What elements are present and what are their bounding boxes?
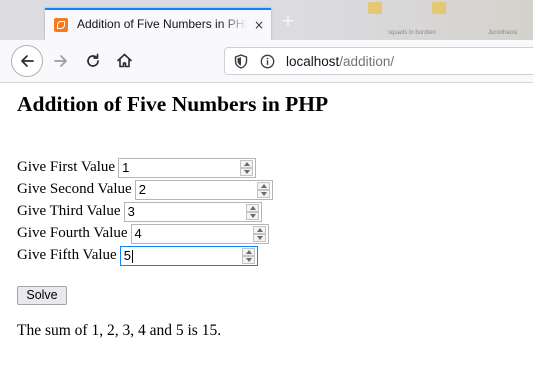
new-tab-icon[interactable]: +: [279, 12, 297, 30]
url-text[interactable]: localhost/addition/: [286, 54, 394, 69]
back-button[interactable]: [11, 45, 43, 77]
active-tab[interactable]: Addition of Five Numbers in PHP ×: [45, 8, 271, 40]
form-row-third: Give Third Value 3: [17, 201, 262, 222]
tab-title: Addition of Five Numbers in PHP: [77, 17, 247, 31]
number-spinner[interactable]: [252, 225, 266, 242]
form-row-fourth: Give Fourth Value 4: [17, 223, 269, 244]
form-row-first: Give First Value 1: [17, 157, 257, 178]
reload-icon[interactable]: [85, 53, 101, 69]
number-spinner[interactable]: [240, 159, 254, 176]
fifth-value-text: 5: [123, 247, 131, 263]
second-value-label: Give Second Value: [17, 181, 132, 197]
url-path: /addition/: [339, 54, 395, 69]
spin-up-icon[interactable]: [256, 181, 270, 190]
home-icon[interactable]: [116, 52, 133, 69]
second-value-text: 2: [138, 181, 146, 197]
tab-strip: squads in burdten Jurodhaosi Addition of…: [0, 0, 533, 40]
background-label: Jurodhaosi: [488, 30, 518, 36]
background-label: squads in burdten: [388, 30, 436, 36]
navigation-toolbar: localhost/addition/: [0, 40, 533, 83]
page-title: Addition of Five Numbers in PHP: [17, 92, 329, 116]
shield-icon[interactable]: [234, 54, 248, 69]
second-value-input[interactable]: 2: [134, 179, 273, 200]
first-value-input[interactable]: 1: [118, 157, 257, 178]
info-icon[interactable]: [260, 54, 275, 69]
number-spinner[interactable]: [256, 181, 270, 198]
fourth-value-label: Give Fourth Value: [17, 225, 128, 241]
third-value-input[interactable]: 3: [123, 201, 262, 222]
folder-icon: [432, 2, 446, 14]
spin-down-icon[interactable]: [256, 189, 270, 198]
fifth-value-label: Give Fifth Value: [17, 247, 117, 263]
xampp-favicon-icon: [54, 18, 68, 32]
spin-up-icon[interactable]: [252, 225, 266, 234]
folder-icon: [368, 2, 382, 14]
address-bar[interactable]: localhost/addition/: [224, 47, 533, 75]
fourth-value-text: 4: [134, 225, 142, 241]
number-spinner[interactable]: [245, 203, 259, 220]
url-host: localhost: [286, 54, 340, 69]
spin-up-icon[interactable]: [245, 203, 259, 212]
spin-down-icon[interactable]: [240, 167, 254, 176]
close-icon[interactable]: ×: [252, 18, 266, 32]
spin-up-icon[interactable]: [241, 247, 255, 256]
third-value-label: Give Third Value: [17, 203, 121, 219]
text-caret: [131, 249, 133, 263]
solve-button[interactable]: Solve: [17, 286, 67, 305]
fourth-value-input[interactable]: 4: [130, 223, 269, 244]
form-row-fifth: Give Fifth Value 5: [17, 245, 258, 266]
first-value-label: Give First Value: [17, 159, 116, 175]
fifth-value-input[interactable]: 5: [119, 245, 258, 266]
spin-up-icon[interactable]: [240, 159, 254, 168]
spin-down-icon[interactable]: [252, 233, 266, 242]
spin-down-icon[interactable]: [241, 255, 255, 264]
back-arrow-icon: [21, 55, 34, 67]
spin-down-icon[interactable]: [245, 211, 259, 220]
form-row-second: Give Second Value 2: [17, 179, 273, 200]
sum-result-text: The sum of 1, 2, 3, 4 and 5 is 15.: [17, 322, 222, 339]
first-value-text: 1: [122, 159, 130, 175]
third-value-text: 3: [127, 203, 135, 219]
number-spinner[interactable]: [241, 247, 255, 264]
forward-arrow-icon[interactable]: [53, 53, 69, 69]
